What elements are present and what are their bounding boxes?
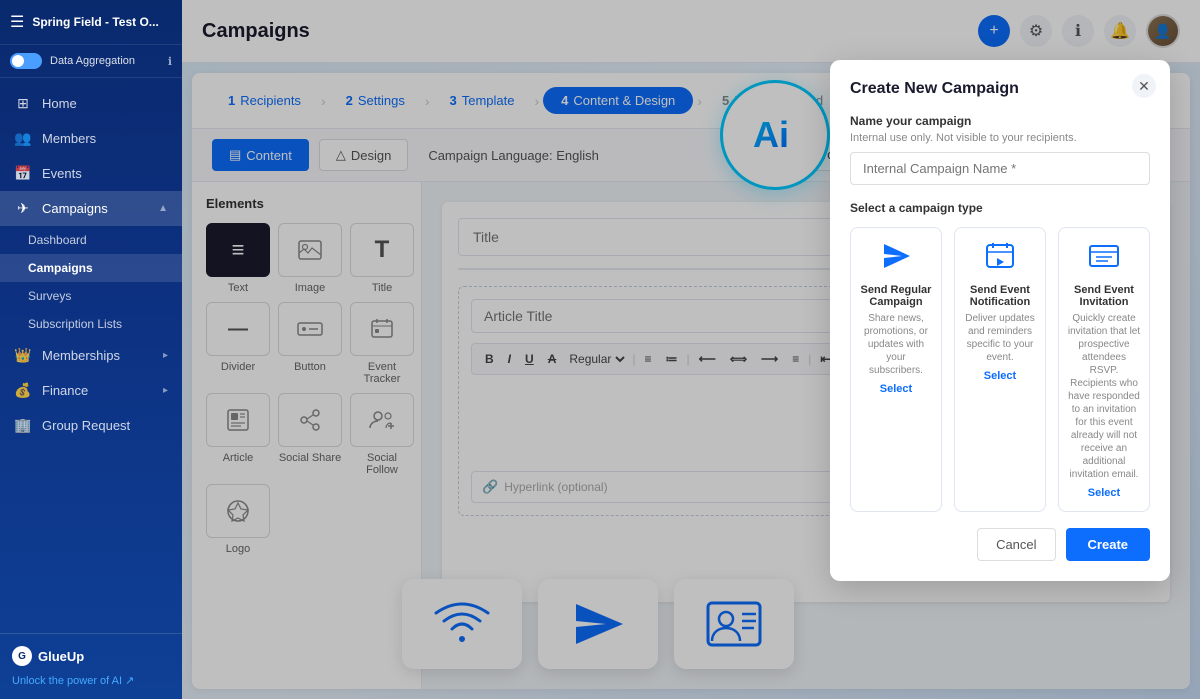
campaign-type-label: Select a campaign type: [850, 201, 1150, 215]
regular-campaign-title: Send Regular Campaign: [859, 284, 933, 308]
modal-title: Create New Campaign: [850, 80, 1150, 98]
sidebar-item-label: Group Request: [42, 418, 130, 433]
sidebar-item-label: Members: [42, 131, 96, 146]
org-name: Spring Field - Test O...: [32, 15, 172, 29]
sidebar-item-surveys[interactable]: Surveys: [0, 282, 182, 310]
sidebar-item-label: Campaigns: [28, 261, 93, 275]
glueup-logo: G GlueUp: [12, 646, 170, 666]
memberships-icon: 👑: [14, 347, 32, 364]
finance-icon: 💰: [14, 382, 32, 399]
unlock-ai-link[interactable]: Unlock the power of AI ↗: [12, 674, 170, 687]
sidebar-item-label: Surveys: [28, 289, 71, 303]
sidebar-item-label: Campaigns: [42, 201, 108, 216]
glueup-icon: G: [12, 646, 32, 666]
sidebar-item-home[interactable]: ⊞ Home: [0, 86, 182, 121]
campaign-type-event-invitation[interactable]: Send Event Invitation Quickly create inv…: [1058, 227, 1150, 512]
sidebar-item-subscription-lists[interactable]: Subscription Lists: [0, 310, 182, 338]
event-invitation-title: Send Event Invitation: [1067, 284, 1141, 308]
sidebar-item-label: Dashboard: [28, 233, 87, 247]
create-campaign-modal: ✕ Create New Campaign Name your campaign…: [830, 60, 1170, 581]
sidebar-item-campaigns[interactable]: ✈ Campaigns ▲: [0, 191, 182, 226]
sidebar: ☰ Spring Field - Test O... Data Aggregat…: [0, 0, 182, 699]
members-icon: 👥: [14, 130, 32, 147]
sidebar-item-group-request[interactable]: 🏢 Group Request: [0, 408, 182, 443]
event-notification-title: Send Event Notification: [963, 284, 1037, 308]
sidebar-item-label: Subscription Lists: [28, 317, 122, 331]
glueup-text: GlueUp: [38, 649, 84, 664]
sidebar-nav: ⊞ Home 👥 Members 📅 Events ✈ Campaigns ▲ …: [0, 78, 182, 633]
sidebar-item-label: Memberships: [42, 348, 120, 363]
sidebar-item-label: Events: [42, 166, 82, 181]
create-button[interactable]: Create: [1066, 528, 1150, 561]
regular-campaign-desc: Share news, promotions, or updates with …: [859, 312, 933, 377]
hamburger-icon[interactable]: ☰: [10, 12, 24, 32]
sidebar-item-label: Finance: [42, 383, 88, 398]
name-campaign-sublabel: Internal use only. Not visible to your r…: [850, 132, 1150, 144]
event-notification-select[interactable]: Select: [963, 370, 1037, 382]
home-icon: ⊞: [14, 95, 32, 112]
sidebar-item-label: Home: [42, 96, 77, 111]
event-notification-icon: [963, 240, 1037, 278]
sidebar-item-memberships[interactable]: 👑 Memberships ▸: [0, 338, 182, 373]
modal-footer: Cancel Create: [850, 528, 1150, 561]
sidebar-item-members[interactable]: 👥 Members: [0, 121, 182, 156]
campaign-type-regular[interactable]: Send Regular Campaign Share news, promot…: [850, 227, 942, 512]
sidebar-item-events[interactable]: 📅 Events: [0, 156, 182, 191]
modal-overlay: ✕ Create New Campaign Name your campaign…: [182, 0, 1200, 699]
campaigns-icon: ✈: [14, 200, 32, 217]
data-aggregation-toggle[interactable]: [10, 53, 42, 69]
campaign-type-event-notification[interactable]: Send Event Notification Deliver updates …: [954, 227, 1046, 512]
event-invitation-icon: [1067, 240, 1141, 278]
group-request-icon: 🏢: [14, 417, 32, 434]
campaign-name-input[interactable]: [850, 152, 1150, 185]
info-icon: ℹ: [168, 55, 172, 68]
events-icon: 📅: [14, 165, 32, 182]
event-invitation-select[interactable]: Select: [1067, 487, 1141, 499]
sidebar-item-finance[interactable]: 💰 Finance ▸: [0, 373, 182, 408]
main-content: Campaigns + ⚙ ℹ 🔔 👤 1 Recipients › 2 Set…: [182, 0, 1200, 699]
name-campaign-label: Name your campaign: [850, 114, 1150, 128]
event-notification-desc: Deliver updates and reminders specific t…: [963, 312, 1037, 364]
chevron-right-icon: ▸: [163, 350, 168, 361]
sidebar-header: ☰ Spring Field - Test O...: [0, 0, 182, 45]
chevron-right-icon: ▸: [163, 385, 168, 396]
sidebar-item-dashboard[interactable]: Dashboard: [0, 226, 182, 254]
chevron-up-icon: ▲: [158, 203, 168, 214]
modal-close-button[interactable]: ✕: [1132, 74, 1156, 98]
data-aggregation-label: Data Aggregation: [50, 55, 135, 67]
campaign-types: Send Regular Campaign Share news, promot…: [850, 227, 1150, 512]
sidebar-item-campaigns-sub[interactable]: Campaigns: [0, 254, 182, 282]
event-invitation-desc: Quickly create invitation that let prosp…: [1067, 312, 1141, 481]
regular-campaign-icon: [859, 240, 933, 278]
sidebar-footer: G GlueUp Unlock the power of AI ↗: [0, 633, 182, 699]
cancel-button[interactable]: Cancel: [977, 528, 1055, 561]
regular-campaign-select[interactable]: Select: [859, 383, 933, 395]
data-aggregation-row: Data Aggregation ℹ: [0, 45, 182, 78]
